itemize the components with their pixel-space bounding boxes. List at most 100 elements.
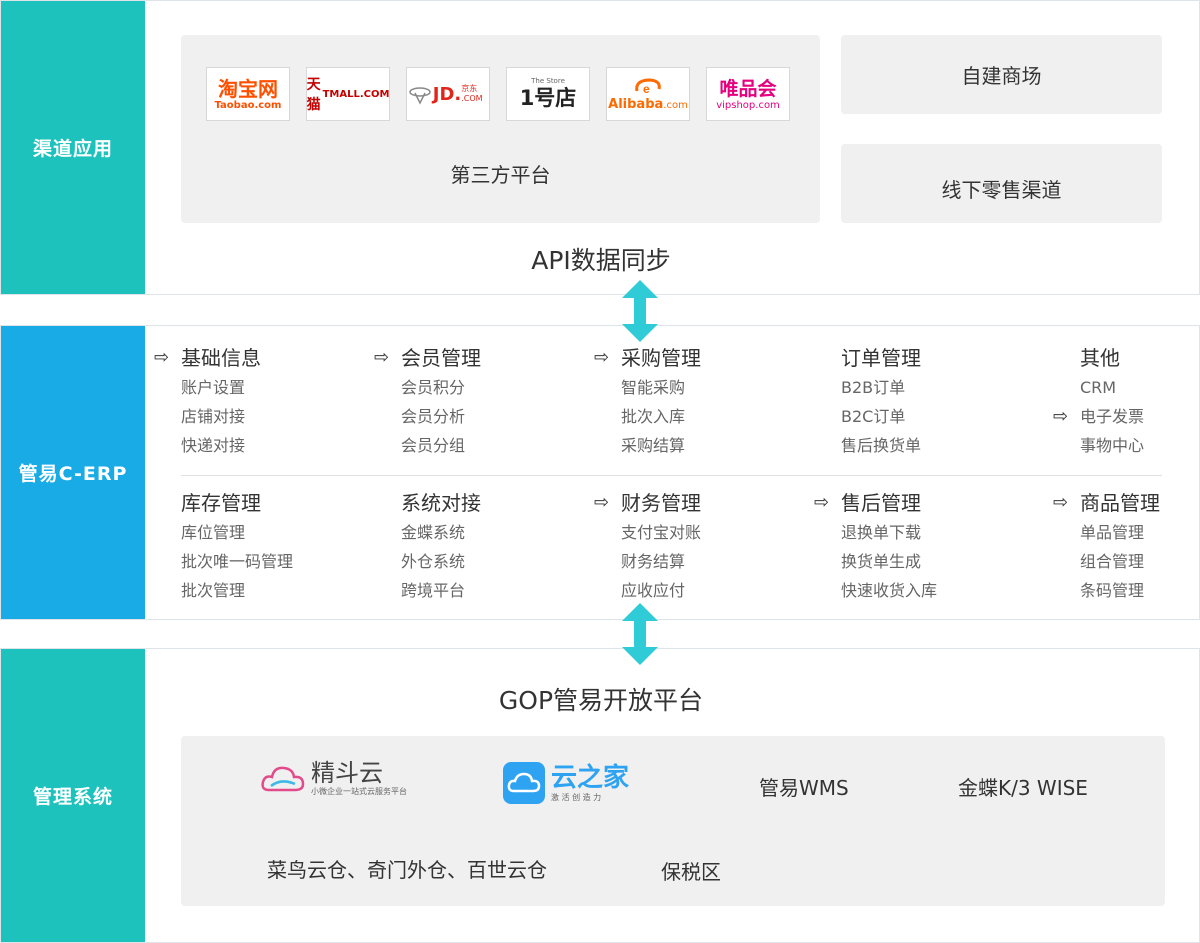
tmall-logo-text: 天猫 xyxy=(306,77,321,113)
module-item: 采购结算 xyxy=(621,436,686,455)
module-item: 条码管理 xyxy=(1080,581,1145,600)
module-title: 采购管理 xyxy=(621,346,701,370)
vip-logo[interactable]: 唯品会 vipshop.com xyxy=(706,67,790,121)
right-arrow-icon: ⇨ xyxy=(814,492,830,513)
module-title: 库存管理 xyxy=(181,491,261,515)
module-title: 其他 xyxy=(1080,346,1120,370)
svg-text:e: e xyxy=(643,82,650,96)
module-item: 单品管理 xyxy=(1080,523,1145,542)
module-item: 智能采购 xyxy=(621,378,686,397)
yunzhijia-text: 云之家 xyxy=(551,762,630,793)
yunzhijia-cloud-icon xyxy=(503,762,545,804)
yhd-logo-text: 1号店 xyxy=(519,86,577,110)
module-item: CRM xyxy=(1080,378,1117,397)
yhd-logo[interactable]: The Store 1号店 xyxy=(506,67,590,121)
tmall-logo-sub: TMALL.COM xyxy=(322,88,390,100)
right-arrow-icon: ⇨ xyxy=(594,347,610,368)
erp-module-integration: 系统对接 金蝶系统 外仓系统 跨境平台 xyxy=(401,488,601,605)
module-title: 基础信息 xyxy=(181,346,261,370)
vip-logo-text: 唯品会 xyxy=(719,77,777,100)
mgmt-panel: 管理系统 GOP管易开放平台 精斗云 小微企业一站式云服务平台 云之家 激 活 … xyxy=(0,648,1200,943)
module-item: 账户设置 xyxy=(181,378,246,397)
gop-label: GOP管易开放平台 xyxy=(498,686,704,715)
right-arrow-icon: ⇨ xyxy=(1053,406,1069,427)
third-party-box: 淘宝网 Taobao.com 天猫 TMALL.COM JD. 京东 .COM … xyxy=(181,35,820,223)
module-item: 会员积分 xyxy=(401,378,466,397)
erp-side-label: 管易C-ERP xyxy=(1,326,145,619)
module-item: 批次入库 xyxy=(621,407,686,426)
platform-logos: 淘宝网 Taobao.com 天猫 TMALL.COM JD. 京东 .COM … xyxy=(206,67,790,121)
alibaba-logo[interactable]: e Alibaba .com xyxy=(606,67,690,121)
taobao-logo-sub: Taobao.com xyxy=(214,99,282,111)
erp-module-basic-info: ⇨ 基础信息 账户设置 店铺对接 快递对接 xyxy=(154,343,381,460)
module-item: B2C订单 xyxy=(841,407,906,426)
double-arrow-icon xyxy=(622,603,658,665)
double-arrow-icon xyxy=(622,280,658,342)
wms-label: 管易WMS xyxy=(759,776,849,800)
kingdee-label: 金蝶K/3 WISE xyxy=(958,776,1088,800)
right-arrow-icon: ⇨ xyxy=(594,492,610,513)
jingdouyun-sub: 小微企业一站式云服务平台 xyxy=(311,787,407,796)
self-mall-label: 自建商场 xyxy=(961,64,1042,88)
offline-box: 线下零售渠道 xyxy=(841,144,1162,223)
module-item: 支付宝对账 xyxy=(621,523,702,542)
module-item: 快速收货入库 xyxy=(841,581,938,600)
vip-logo-sub: vipshop.com xyxy=(716,99,780,111)
right-arrow-icon: ⇨ xyxy=(1053,492,1069,513)
module-item: 跨境平台 xyxy=(401,581,466,600)
module-item: 财务结算 xyxy=(621,552,686,571)
jingdouyun-logo[interactable]: 精斗云 小微企业一站式云服务平台 xyxy=(261,760,407,797)
erp-row-divider xyxy=(181,475,1162,476)
module-item: 售后换货单 xyxy=(841,436,922,455)
jd-logo-sub: 京东 .COM xyxy=(461,84,483,103)
erp-module-after-sales: ⇨ 售后管理 退换单下载 换货单生成 快速收货入库 xyxy=(814,488,1041,605)
module-item: 事物中心 xyxy=(1080,436,1145,455)
offline-label: 线下零售渠道 xyxy=(941,178,1062,202)
erp-module-finance: ⇨ 财务管理 支付宝对账 财务结算 应收应付 xyxy=(594,488,821,605)
cloud-icon xyxy=(261,766,305,791)
jd-dog-icon xyxy=(409,87,431,105)
module-item: 退换单下载 xyxy=(841,523,922,542)
mgmt-systems-box: 精斗云 小微企业一站式云服务平台 云之家 激 活 创 造 力 管易WMS 金蝶K… xyxy=(181,736,1165,906)
module-item: 店铺对接 xyxy=(181,407,246,426)
yhd-logo-sub: The Store xyxy=(531,77,565,85)
erp-module-inventory: 库存管理 库位管理 批次唯一码管理 批次管理 xyxy=(181,488,381,605)
erp-module-purchase: ⇨ 采购管理 智能采购 批次入库 采购结算 xyxy=(594,343,821,460)
module-item: B2B订单 xyxy=(841,378,906,397)
taobao-logo[interactable]: 淘宝网 Taobao.com xyxy=(206,67,290,121)
module-title: 财务管理 xyxy=(621,491,701,515)
module-item: 组合管理 xyxy=(1080,552,1145,571)
module-item: 批次管理 xyxy=(181,581,246,600)
module-item: 库位管理 xyxy=(181,523,246,542)
right-arrow-icon: ⇨ xyxy=(154,347,170,368)
module-title: 系统对接 xyxy=(401,491,481,515)
erp-module-order: 订单管理 B2B订单 B2C订单 售后换货单 xyxy=(841,343,1041,460)
taobao-logo-text: 淘宝网 xyxy=(218,76,278,101)
module-item: 会员分析 xyxy=(401,407,466,426)
jingdouyun-text: 精斗云 xyxy=(311,759,383,787)
self-mall-box: 自建商场 xyxy=(841,35,1162,114)
yunzhijia-sub: 激 活 创 造 力 xyxy=(551,792,602,802)
module-title: 会员管理 xyxy=(401,346,481,370)
erp-module-other: 其他 CRM ⇨ 电子发票 事物中心 xyxy=(1053,343,1190,460)
erp-panel: 管易C-ERP ⇨ 基础信息 账户设置 店铺对接 快递对接 ⇨ 会员管理 会员积分 … xyxy=(0,325,1200,620)
right-arrow-icon: ⇨ xyxy=(374,347,390,368)
module-title: 售后管理 xyxy=(841,491,921,515)
module-item: 电子发票 xyxy=(1080,407,1145,426)
tmall-logo[interactable]: 天猫 TMALL.COM xyxy=(306,67,390,121)
module-item: 快递对接 xyxy=(181,436,246,455)
alibaba-smile-icon: e xyxy=(635,77,661,96)
api-sync-label: API数据同步 xyxy=(531,246,671,275)
module-item: 应收应付 xyxy=(621,581,686,600)
module-title: 订单管理 xyxy=(841,346,921,370)
yunzhijia-logo[interactable]: 云之家 激 活 创 造 力 xyxy=(503,762,629,804)
jd-logo[interactable]: JD. 京东 .COM xyxy=(406,67,490,121)
module-item: 会员分组 xyxy=(401,436,466,455)
module-item: 外仓系统 xyxy=(401,552,466,571)
third-party-label: 第三方平台 xyxy=(450,163,551,187)
channel-panel: 渠道应用 淘宝网 Taobao.com 天猫 TMALL.COM JD. 京东 … xyxy=(0,0,1200,295)
erp-module-product: ⇨ 商品管理 单品管理 组合管理 条码管理 xyxy=(1053,488,1190,605)
erp-module-member: ⇨ 会员管理 会员积分 会员分析 会员分组 xyxy=(374,343,601,460)
module-item: 金蝶系统 xyxy=(401,523,466,542)
alibaba-logo-sub: .com xyxy=(663,99,688,111)
